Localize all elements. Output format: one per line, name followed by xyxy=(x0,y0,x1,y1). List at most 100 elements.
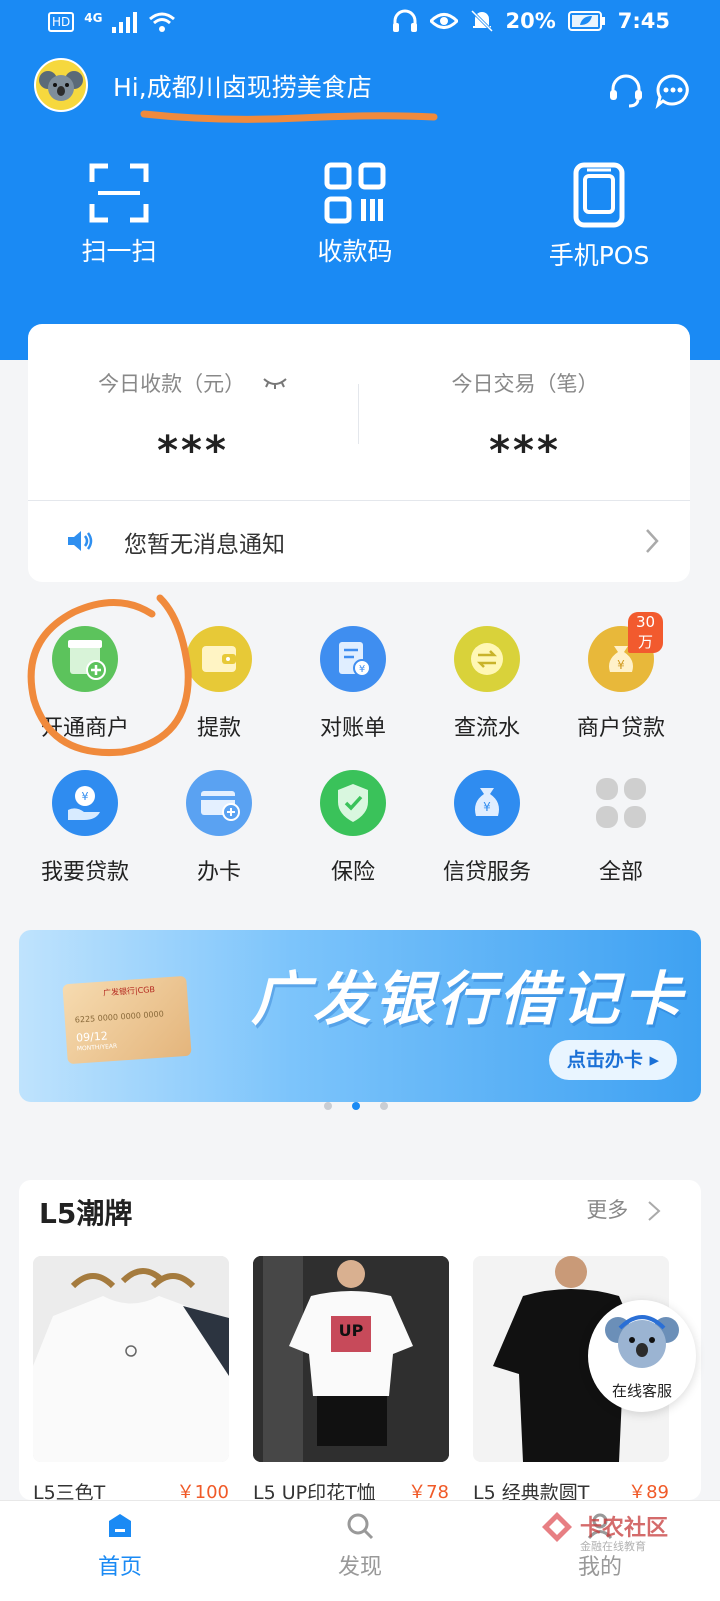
all-grid-icon xyxy=(588,770,654,836)
mute-bell-icon xyxy=(470,9,493,33)
annotation-underline xyxy=(140,110,438,123)
speaker-icon xyxy=(68,531,93,551)
svg-text:UP: UP xyxy=(339,1321,364,1340)
svg-text:¥: ¥ xyxy=(359,664,365,675)
chevron-right-icon xyxy=(646,529,659,553)
wifi-icon xyxy=(149,12,176,32)
watermark-subtitle: 金融在线教育 xyxy=(580,1540,646,1553)
grid-item-apply-card[interactable]: 办卡 xyxy=(152,770,286,886)
grid-item-statement[interactable]: ¥ 对账单 xyxy=(286,626,420,742)
credit-bag-icon: ¥ xyxy=(454,770,520,836)
qr-code-label: 收款码 xyxy=(317,237,393,266)
promo-banner[interactable]: 广发银行|CGB 6225 0000 0000 0000 09/12 MONTH… xyxy=(19,930,701,1102)
grid-label: 保险 xyxy=(330,860,375,885)
grid-item-credit-service[interactable]: ¥ 信贷服务 xyxy=(420,770,554,886)
svg-text:¥: ¥ xyxy=(483,800,491,814)
koala-avatar-icon xyxy=(39,71,83,101)
grid-item-loan[interactable]: ¥ 我要贷款 xyxy=(18,770,152,886)
today-income-label: 今日收款（元） xyxy=(98,372,246,396)
today-income: 今日收款（元） *** xyxy=(28,368,358,474)
product-card[interactable]: L5三色T ￥100 xyxy=(33,1256,229,1504)
tab-discover[interactable]: 发现 xyxy=(280,1511,440,1581)
grid-item-all[interactable]: 全部 xyxy=(554,770,688,886)
pos-device-icon xyxy=(573,162,625,228)
carousel-dot[interactable] xyxy=(324,1102,332,1110)
grid-label: 对账单 xyxy=(319,716,386,741)
today-tx-label: 今日交易（笔） xyxy=(451,372,599,396)
online-service-button[interactable]: 在线客服 xyxy=(588,1300,696,1412)
eye-icon xyxy=(429,13,458,29)
loan-hand-icon: ¥ xyxy=(52,770,118,836)
today-tx-value: *** xyxy=(489,428,561,474)
headphone-icon xyxy=(392,9,417,32)
clock: 7:45 xyxy=(617,9,670,33)
carousel-dot-active[interactable] xyxy=(352,1102,360,1110)
grid-label: 商户贷款 xyxy=(576,716,665,741)
card-expiry-label: MONTH/YEAR xyxy=(76,1042,118,1053)
grid-label: 我要贷款 xyxy=(40,860,129,885)
svg-text:¥: ¥ xyxy=(82,790,89,803)
today-transactions: 今日交易（笔） *** xyxy=(360,368,690,474)
card-bank-name: 广发银行|CGB xyxy=(102,984,156,998)
loan-badge: 30万 xyxy=(628,612,664,653)
more-link[interactable]: 更多 xyxy=(586,1194,661,1224)
hide-eye-icon[interactable] xyxy=(262,375,288,391)
customer-support-icon[interactable] xyxy=(607,72,645,110)
product-image: UP xyxy=(253,1256,449,1462)
pos-label: 手机POS xyxy=(548,241,650,270)
notice-bar[interactable]: 您暂无消息通知 xyxy=(28,501,690,581)
card-number: 6225 0000 0000 0000 xyxy=(74,1009,165,1025)
grid-label: 全部 xyxy=(598,860,643,885)
qr-code-button[interactable]: 收款码 xyxy=(255,162,455,268)
watermark: 卡农社区 金融在线教育 xyxy=(540,1510,668,1553)
divider xyxy=(358,384,359,444)
message-icon[interactable] xyxy=(654,72,692,110)
watermark-logo-icon xyxy=(542,1512,572,1542)
hd-indicator: HD xyxy=(48,12,75,32)
tab-home[interactable]: 首页 xyxy=(40,1511,200,1581)
apply-card-button[interactable]: 点击办卡 ▸ xyxy=(549,1040,677,1080)
grid-item-merchant-loan[interactable]: ¥ 30万 商户贷款 xyxy=(554,612,688,742)
today-income-value: *** xyxy=(157,428,229,474)
banner-title: 广发银行借记卡 xyxy=(251,965,686,1033)
carousel-dot[interactable] xyxy=(380,1102,388,1110)
carousel-dots xyxy=(324,1102,388,1110)
search-icon xyxy=(347,1513,374,1540)
notice-text: 您暂无消息通知 xyxy=(124,532,285,558)
pos-button[interactable]: 手机POS xyxy=(499,162,699,272)
scan-button[interactable]: 扫一扫 xyxy=(19,162,219,268)
battery-percent: 20% xyxy=(505,9,556,33)
signal-icon xyxy=(112,12,138,33)
chevron-right-icon xyxy=(648,1201,661,1221)
more-label: 更多 xyxy=(586,1198,629,1222)
product-card[interactable]: UP L5 UP印花T恤 ￥78 xyxy=(253,1256,449,1504)
online-service-label: 在线客服 xyxy=(611,1382,672,1400)
tab-label: 首页 xyxy=(97,1555,142,1580)
qr-code-icon xyxy=(324,162,386,224)
greeting-text: Hi,成都川卤现捞美食店 xyxy=(113,73,372,102)
battery-icon xyxy=(567,11,605,31)
grid-label: 办卡 xyxy=(196,860,241,885)
avatar[interactable] xyxy=(34,58,88,112)
scan-label: 扫一扫 xyxy=(81,237,157,266)
header: HD 4G 20% 7:45 Hi,成都川卤现捞美食店 扫一扫 收款码 手机PO… xyxy=(0,0,720,360)
grid-label: 查流水 xyxy=(453,716,520,741)
home-icon xyxy=(109,1514,131,1537)
section-title: L5潮牌 xyxy=(39,1197,133,1230)
summary-card: 今日收款（元） *** 今日交易（笔） *** 您暂无消息通知 xyxy=(28,324,690,582)
grid-item-insurance[interactable]: 保险 xyxy=(286,770,420,886)
money-bag-icon: ¥ 30万 xyxy=(588,612,664,692)
statement-icon: ¥ xyxy=(320,626,386,692)
status-bar: HD 4G 20% 7:45 xyxy=(0,0,720,50)
product-image xyxy=(33,1256,229,1462)
grid-item-transactions[interactable]: 查流水 xyxy=(420,626,554,742)
tab-label: 发现 xyxy=(337,1555,382,1580)
annotation-circle xyxy=(27,594,192,757)
koala-mascot-icon xyxy=(605,1315,679,1368)
transfer-icon xyxy=(454,626,520,692)
svg-text:¥: ¥ xyxy=(617,658,625,672)
shield-check-icon xyxy=(320,770,386,836)
grid-label: 信贷服务 xyxy=(442,860,531,885)
apply-card-label: 点击办卡 xyxy=(566,1049,643,1071)
scan-icon xyxy=(89,163,149,223)
